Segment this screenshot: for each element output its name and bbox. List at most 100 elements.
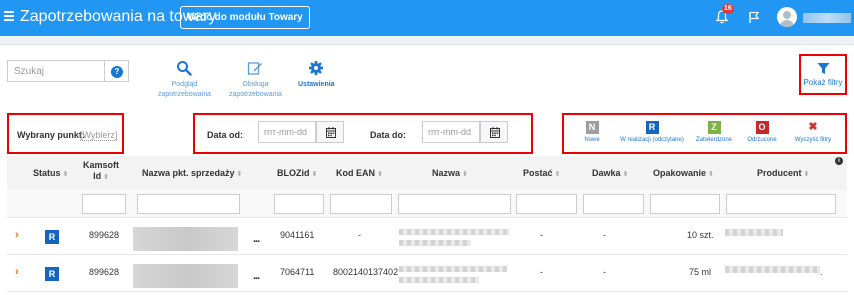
date-to-calendar-button[interactable] — [480, 121, 508, 143]
table-row[interactable]: › R 899628 ... 7064711 8002140137402 - -… — [7, 256, 847, 292]
expand-row-icon[interactable]: › — [15, 229, 19, 241]
product-name-redacted-2 — [399, 240, 471, 246]
filter-producer[interactable] — [726, 194, 836, 214]
show-filters-button[interactable]: Pokaż filtry — [799, 54, 847, 95]
top-bar: Zapotrzebowania na towary Wróć do modułu… — [0, 0, 854, 36]
status-rejected-badge: O — [755, 121, 769, 134]
date-to-input[interactable]: rrrr-mm-dd — [422, 121, 480, 143]
form-cell: - — [540, 230, 543, 240]
status-filter-new[interactable]: N Nowe — [576, 121, 608, 143]
blozid-cell: 9041161 — [280, 230, 315, 240]
clear-filters-label: Wyczyść filtry — [794, 137, 832, 143]
ean-cell: 8002140137402 — [333, 267, 399, 277]
col-form[interactable]: Postać ⬍ — [523, 168, 560, 178]
sub-bar — [0, 36, 854, 45]
status-filter-rejected[interactable]: O Odrzucone — [742, 121, 782, 143]
col-kamsoft-id[interactable]: Kamsoft Id ⬍ — [83, 160, 119, 183]
status-new-label: Nowe — [584, 137, 600, 143]
preview-request-tool[interactable]: Podgląd zapotrzebowania — [158, 60, 211, 100]
handle-label-2: zapotrzebowania — [229, 91, 282, 98]
filter-dose[interactable] — [583, 194, 644, 214]
user-name-redacted[interactable] — [803, 13, 851, 23]
filter-form[interactable] — [516, 194, 577, 214]
choose-point-link[interactable]: [Wybierz] — [80, 130, 118, 141]
column-filter-row — [7, 190, 847, 218]
col-package[interactable]: Opakowanie ⬍ — [653, 168, 714, 178]
help-icon: ? — [111, 66, 123, 78]
table-header: Status ⬍ Kamsoft Id ⬍ Nazwa pkt. sprzedaży… — [7, 156, 847, 190]
status-filter-in-progress[interactable]: R W realizacji (odczytane) — [618, 121, 686, 143]
filter-point-name[interactable] — [137, 194, 240, 214]
search-icon — [177, 61, 193, 76]
filter-ean[interactable] — [330, 194, 392, 214]
col-point-name[interactable]: Nazwa pkt. sprzedaży ⬍ — [142, 168, 242, 178]
col-status[interactable]: Status ⬍ — [33, 168, 68, 178]
date-from-calendar-button[interactable] — [316, 121, 344, 143]
notification-badge: 16 — [722, 4, 734, 14]
preview-label-2: zapotrzebowania — [158, 91, 211, 98]
calendar-icon — [326, 127, 336, 138]
calendar-icon — [490, 127, 500, 138]
preview-label-1: Podgląd — [171, 81, 198, 88]
package-cell: 75 ml — [689, 267, 712, 277]
user-avatar-icon[interactable] — [777, 7, 797, 27]
point-name-redacted — [133, 227, 238, 251]
filter-package[interactable] — [650, 194, 720, 214]
col-dose[interactable]: Dawka ⬍ — [592, 168, 628, 178]
dose-cell: - — [603, 267, 606, 277]
filter-kamsoft-id[interactable] — [82, 194, 126, 214]
status-approved-label: Zatwierdzone — [695, 137, 733, 143]
edit-icon — [248, 62, 263, 75]
form-cell: - — [540, 267, 543, 277]
filter-name[interactable] — [398, 194, 511, 214]
kamsoft-id-cell: 899628 — [89, 230, 120, 240]
blozid-cell: 7064711 — [280, 267, 315, 277]
status-filter-approved[interactable]: Z Zatwierdzone — [693, 121, 735, 143]
producer-redacted — [725, 229, 783, 236]
filter-blozid[interactable] — [274, 194, 324, 214]
help-button[interactable]: ? — [105, 60, 129, 82]
producer-suffix: . — [820, 267, 823, 277]
handle-request-tool[interactable]: Obsługa zapotrzebowania — [229, 60, 282, 100]
dose-cell: - — [603, 230, 606, 240]
menu-icon[interactable] — [4, 11, 14, 21]
filter-icon — [817, 63, 829, 74]
status-in-progress-label: W realizacji (odczytane) — [620, 137, 684, 143]
date-to-label: Data do: — [370, 130, 406, 140]
col-producer[interactable]: Producent ⬍ — [757, 168, 809, 178]
point-label: Wybrany punkt: — [17, 130, 85, 140]
info-icon[interactable]: i — [835, 157, 843, 165]
settings-label: Ustawienia — [298, 81, 335, 88]
gear-icon — [309, 61, 324, 75]
flag-icon[interactable] — [748, 11, 760, 24]
settings-tool[interactable]: Ustawienia — [298, 60, 335, 90]
product-name-redacted — [399, 229, 509, 235]
status-badge: R — [45, 230, 59, 244]
status-new-badge: N — [585, 121, 599, 134]
more-options-button[interactable]: ... — [253, 233, 260, 245]
clear-filters-icon: ✖ — [806, 121, 820, 134]
date-from-label: Data od: — [207, 130, 243, 140]
handle-label-1: Obsługa — [242, 81, 269, 88]
product-name-redacted — [399, 266, 507, 272]
status-in-progress-badge: R — [645, 121, 659, 134]
table-row[interactable]: › R 899628 ... 9041161 - - - 10 szt. — [7, 219, 847, 255]
search-input[interactable]: Szukaj — [7, 60, 105, 82]
col-blozid[interactable]: BLOZid ⬍ — [277, 168, 317, 178]
date-from-input[interactable]: rrrr-mm-dd — [258, 121, 316, 143]
more-options-button[interactable]: ... — [253, 270, 260, 282]
point-name-redacted — [133, 264, 238, 288]
expand-row-icon[interactable]: › — [15, 266, 19, 278]
product-name-redacted-2 — [399, 277, 479, 283]
clear-filters-button[interactable]: ✖ Wyczyść filtry — [790, 121, 836, 143]
status-badge: R — [45, 267, 59, 281]
col-name[interactable]: Nazwa ⬍ — [432, 168, 468, 178]
producer-redacted — [725, 266, 820, 273]
status-approved-badge: Z — [707, 121, 721, 134]
back-to-goods-button[interactable]: Wróć do modułu Towary — [180, 6, 310, 29]
ean-cell: - — [358, 230, 361, 240]
col-ean[interactable]: Kod EAN ⬍ — [336, 168, 383, 178]
package-cell: 10 szt. — [687, 230, 714, 240]
kamsoft-id-cell: 899628 — [89, 267, 120, 277]
status-rejected-label: Odrzucone — [747, 137, 777, 143]
